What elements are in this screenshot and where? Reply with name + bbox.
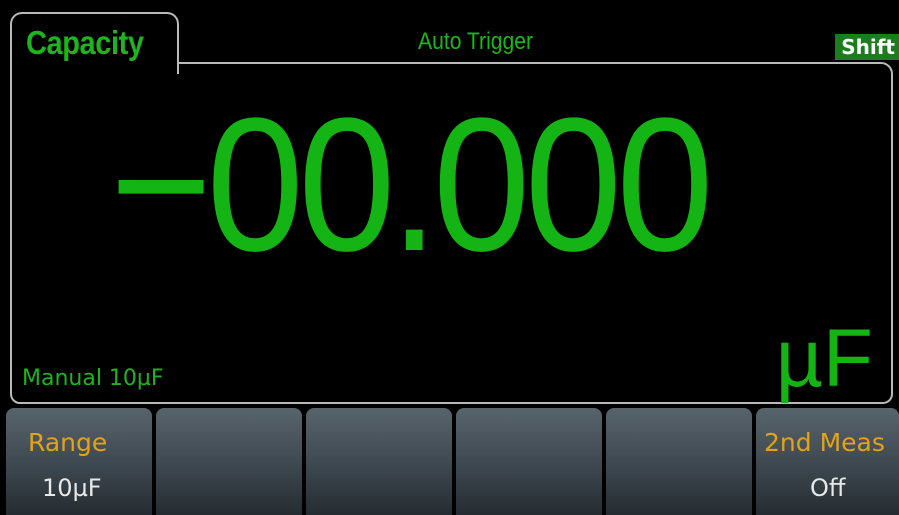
shift-indicator: Shift (835, 34, 899, 60)
softkey-range-value: 10µF (42, 474, 102, 502)
softkey-4[interactable] (456, 408, 602, 515)
softkey-3[interactable] (306, 408, 452, 515)
trigger-mode-indicator: Auto Trigger (418, 28, 534, 55)
softkey-range[interactable]: Range 10µF (6, 408, 152, 515)
softkey-2nd-meas-label: 2nd Meas (764, 428, 885, 457)
measurement-unit: µF (775, 313, 873, 404)
softkey-2[interactable] (156, 408, 302, 515)
softkey-bar: Range 10µF 2nd Meas Off (0, 408, 899, 515)
softkey-2nd-meas-value: Off (810, 474, 846, 502)
softkey-range-label: Range (28, 428, 108, 457)
range-status: Manual 10µF (22, 366, 164, 391)
function-tab-label: Capacity (26, 24, 144, 61)
main-reading: −00.000 (110, 79, 714, 291)
softkey-2nd-meas[interactable]: 2nd Meas Off (756, 408, 899, 515)
function-tab: Capacity (10, 12, 179, 74)
softkey-5[interactable] (606, 408, 752, 515)
